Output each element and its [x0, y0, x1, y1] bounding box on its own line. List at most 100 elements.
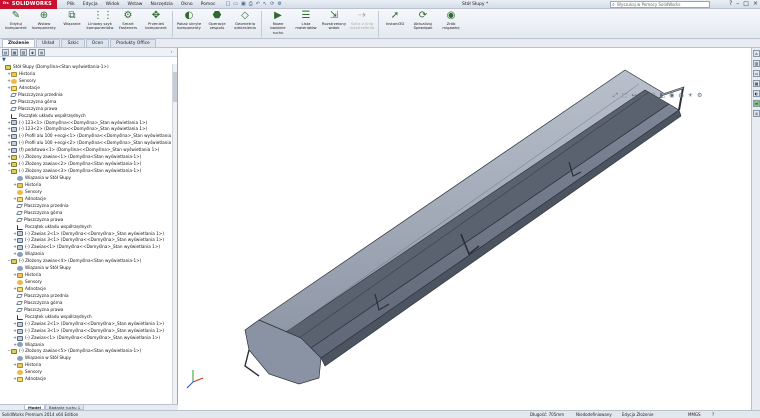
tree-node[interactable]: Płaszczyzna prawa	[1, 217, 177, 224]
tab-1[interactable]: Układ	[35, 39, 61, 47]
zoom-area-icon[interactable]: ⬚	[622, 92, 628, 100]
hide-show-icon[interactable]: ◉	[669, 92, 674, 100]
new-document-icon[interactable]: □	[226, 1, 231, 7]
tree-node[interactable]: + (-) Zawias 3<1> (Domyślna<<Domyślna>_St…	[1, 237, 177, 244]
feature-manager-tab-icon[interactable]: ▤	[2, 49, 9, 56]
tree-node[interactable]: Płaszczyzna przednia	[1, 92, 177, 99]
maximize-button[interactable]: □	[743, 0, 749, 7]
explode-line-sketch-button[interactable]: ⇢ Szkic z linią rozstrzelenia	[348, 9, 376, 38]
tree-node[interactable]: + (-) Zawias<1> (Domyślna<<Domyślna>_Stan…	[1, 244, 177, 251]
tree-node[interactable]: Sensory	[1, 189, 177, 196]
open-icon[interactable]: ▭	[233, 1, 238, 7]
tree-node[interactable]: + (f) podstawa<1> (Domyślna<<Domyślna>_St…	[1, 147, 177, 154]
solidworks-logo[interactable]: ᴰˢ SOLIDWORKS	[0, 0, 57, 9]
tree-node[interactable]: Płaszczyzna prawa	[1, 307, 177, 314]
bom-button[interactable]: ☰ Lista materiałów	[292, 9, 320, 38]
speedpak-button[interactable]: ⟳ Aktualizuj Speedpak	[409, 9, 437, 38]
menu-item[interactable]: Narzędzia	[150, 2, 172, 7]
tab-3[interactable]: Ocen	[85, 39, 110, 47]
dimxpert-tab-icon[interactable]: ◈	[29, 49, 36, 56]
tree-node[interactable]: Wiązania w Stół Słupy	[1, 175, 177, 182]
insert-components-button[interactable]: ⊕ Wstaw komponenty	[30, 9, 58, 38]
tree-node[interactable]: + Adnotacje	[1, 196, 177, 203]
tree-node[interactable]: + Historia	[1, 182, 177, 189]
tree-node[interactable]: Początek układu współrzędnych	[1, 224, 177, 231]
edit-component-button[interactable]: ✎ Edytuj komponent	[2, 9, 30, 38]
tree-node[interactable]: + (-) Złożony zawias<1> (Domyślna<Stan wy…	[1, 154, 177, 161]
smart-fasteners-button[interactable]: ⚙ Smart Fasteners	[114, 9, 142, 38]
display-style-icon[interactable]: ◧	[659, 92, 665, 100]
rebuild-icon[interactable]: ⟳	[270, 1, 274, 7]
appearances-icon[interactable]: ◐	[753, 90, 760, 97]
previous-view-icon[interactable]: ↩	[631, 92, 636, 100]
tree-node[interactable]: Sensory	[1, 279, 177, 286]
custom-properties-icon[interactable]: ≡	[753, 100, 760, 107]
tree-node[interactable]: − (-) Złożony zawias<5> (Domyślna<Stan wy…	[1, 348, 177, 355]
tree-node[interactable]: + Adnotacje	[1, 376, 177, 383]
print-icon[interactable]: ⎙	[249, 1, 253, 7]
view-palette-icon[interactable]: ▦	[753, 80, 760, 87]
tree-node[interactable]: + Wiązania	[1, 342, 177, 349]
design-library-icon[interactable]: ▥	[753, 60, 760, 67]
tree-node[interactable]: + (-) Złożony zawias<2> (Domyślna<Stan wy…	[1, 161, 177, 168]
tree-node[interactable]: Początek układu współrzędnych	[1, 113, 177, 120]
assembly-features-button[interactable]: ⬣ Operacje zespołu	[203, 9, 231, 38]
tree-node[interactable]: + (-) Zawias 3<1> (Domyślna<<Domyślna>_St…	[1, 328, 177, 335]
section-view-icon[interactable]: ◫	[641, 92, 647, 100]
tree-node[interactable]: Wiązania w Stół Słupy	[1, 265, 177, 272]
filter-icon[interactable]: ▼	[0, 57, 177, 64]
tree-node[interactable]: Stół Słupy (Domyślna<Stan wyświetlania-1…	[1, 64, 177, 71]
select-icon[interactable]: ↖	[263, 1, 267, 7]
tree-node[interactable]: Wiązania w Stół Słupy	[1, 355, 177, 362]
tree-node[interactable]: − (-) Złożony zawias<3> (Domyślna<Stan wy…	[1, 168, 177, 175]
tree-node[interactable]: + (-) Zawias 2<1> (Domyślna<<Domyślna>_St…	[1, 321, 177, 328]
tree-node[interactable]: Płaszczyzna górna	[1, 210, 177, 217]
file-explorer-icon[interactable]: ▭	[753, 70, 760, 77]
menu-item[interactable]: Pomoc	[201, 2, 216, 7]
tree-node[interactable]: Płaszczyzna przednia	[1, 293, 177, 300]
appearance-icon[interactable]: ◍	[678, 92, 683, 100]
zoom-fit-icon[interactable]: ⤢	[613, 92, 618, 100]
tree-node[interactable]: Płaszczyzna górna	[1, 99, 177, 106]
minimize-button[interactable]: –	[736, 0, 739, 7]
instant3d-button[interactable]: ➚ Instant3D	[381, 9, 409, 38]
tab-0[interactable]: Złożenie	[2, 39, 35, 47]
tree-node[interactable]: + Historia	[1, 362, 177, 369]
tree-node[interactable]: + Historia	[1, 272, 177, 279]
menu-item[interactable]: Plik	[67, 2, 75, 7]
tree-node[interactable]: + Adnotacje	[1, 85, 177, 92]
tree-node[interactable]: + Wiązania	[1, 251, 177, 258]
tree-node[interactable]: Sensory	[1, 369, 177, 376]
solidworks-resources-icon[interactable]: ⌂	[753, 50, 760, 57]
reference-geometry-button[interactable]: ◇ Geometria odniesienia	[231, 9, 259, 38]
tree-node[interactable]: + Historia	[1, 71, 177, 78]
status-help[interactable]: ?	[712, 411, 714, 418]
snapshot-button[interactable]: ◉ Zrób migawkę	[437, 9, 465, 38]
model-render[interactable]	[179, 48, 751, 410]
tree-node[interactable]: Płaszczyzna prawa	[1, 106, 177, 113]
status-units[interactable]: MMGS	[688, 411, 701, 418]
undo-icon[interactable]: ↶	[256, 1, 260, 7]
tree-scrollbar[interactable]	[172, 64, 177, 404]
close-button[interactable]: ×	[753, 0, 758, 7]
property-manager-tab-icon[interactable]: ▦	[11, 49, 18, 56]
menu-item[interactable]: Edycja	[83, 2, 98, 7]
save-icon[interactable]: ▣	[241, 1, 246, 7]
tab-4[interactable]: Produkty Office	[110, 39, 156, 47]
tree-node[interactable]: + (-) 123<1> (Domyślna<<Domyślna>_Stan wy…	[1, 120, 177, 127]
help-icon[interactable]: ?	[729, 0, 732, 7]
mate-button[interactable]: ⧉ Wiązanie	[58, 9, 86, 38]
move-component-button[interactable]: ✥ Przenieś komponent	[142, 9, 170, 38]
tab-2[interactable]: Szkic	[61, 39, 85, 47]
help-search-input[interactable]: ⌕ Wyszukaj w Pomocy SolidWorks	[610, 1, 710, 8]
view-orientation-icon[interactable]: ⬡	[650, 92, 655, 100]
tree-node[interactable]: Początek układu współrzędnych	[1, 314, 177, 321]
tree-node[interactable]: + (-) Profil alu 100 +ecgi<2> (Domyślna<<…	[1, 140, 177, 147]
scene-icon[interactable]: ☀	[688, 92, 693, 100]
expand-arrow-icon[interactable]: ›	[168, 49, 175, 56]
tree-node[interactable]: + Adnotacje	[1, 286, 177, 293]
tree-node[interactable]: + (-) 123<2> (Domyślna<<Domyślna>_Stan wy…	[1, 126, 177, 133]
menu-item[interactable]: Okno	[181, 2, 193, 7]
tree-node[interactable]: Płaszczyzna górna	[1, 300, 177, 307]
tree-node[interactable]: − (-) Złożony zawias<4> (Domyślna<Stan wy…	[1, 258, 177, 265]
